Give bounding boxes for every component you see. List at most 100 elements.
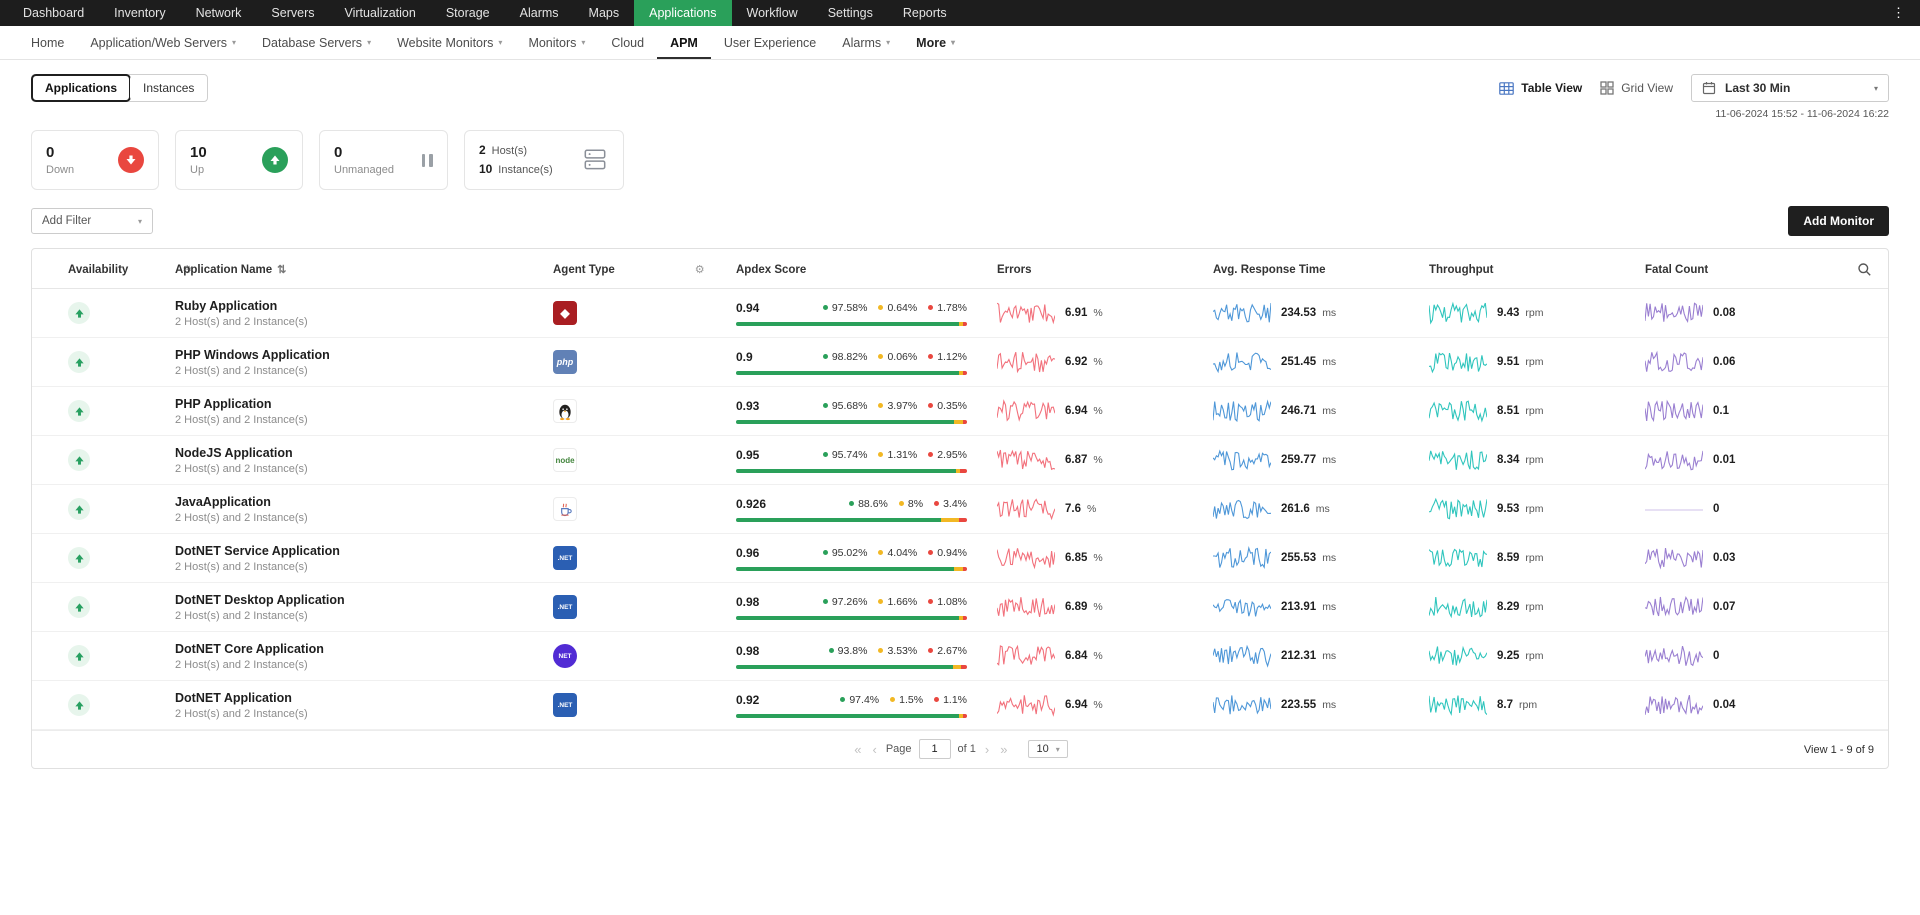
- add-filter-label: Add Filter: [42, 215, 91, 227]
- column-avg-response-time[interactable]: Avg. Response Time: [1213, 264, 1429, 276]
- add-filter-dropdown[interactable]: Add Filter ▾: [31, 208, 153, 234]
- topnav-item-applications[interactable]: Applications: [634, 0, 731, 26]
- application-name-link[interactable]: NodeJS Application: [175, 446, 553, 460]
- errors-value: 6.84: [1065, 650, 1087, 662]
- response-time-unit: ms: [1322, 552, 1336, 564]
- subnav-item-cloud[interactable]: Cloud: [598, 26, 657, 59]
- frustrated-percent: 1.1%: [943, 694, 967, 706]
- throughput-sparkline: [1429, 643, 1487, 669]
- page-size-select[interactable]: 10 ▾: [1028, 740, 1067, 758]
- application-name-link[interactable]: DotNET Application: [175, 691, 553, 705]
- errors-cell: 6.89 %: [997, 594, 1213, 620]
- grid-view-button[interactable]: Grid View: [1600, 81, 1673, 95]
- application-name-link[interactable]: PHP Windows Application: [175, 348, 553, 362]
- subnav-item-user-experience[interactable]: User Experience: [711, 26, 829, 59]
- table-row[interactable]: PHP Windows Application 2 Host(s) and 2 …: [32, 338, 1888, 387]
- throughput-cell: 9.53 rpm: [1429, 496, 1645, 522]
- chevron-down-icon: ▾: [951, 38, 955, 47]
- previous-page-button[interactable]: ‹: [870, 742, 878, 757]
- column-errors-label: Errors: [997, 264, 1032, 276]
- response-time-unit: ms: [1322, 454, 1336, 466]
- subnav-item-home[interactable]: Home: [18, 26, 77, 59]
- throughput-cell: 9.43 rpm: [1429, 300, 1645, 326]
- subnav-item-database-servers[interactable]: Database Servers▾: [249, 26, 384, 59]
- fatal-count-cell: 0.1: [1645, 398, 1843, 424]
- table-row[interactable]: JavaApplication 2 Host(s) and 2 Instance…: [32, 485, 1888, 534]
- table-row[interactable]: PHP Application 2 Host(s) and 2 Instance…: [32, 387, 1888, 436]
- topnav-item-virtualization[interactable]: Virtualization: [330, 0, 431, 26]
- up-count-card[interactable]: 10 Up: [175, 130, 303, 190]
- toggle-instances[interactable]: Instances: [130, 75, 207, 101]
- kebab-menu-icon[interactable]: ⋮: [1878, 0, 1920, 26]
- column-settings-icon[interactable]: ⚙: [695, 263, 705, 276]
- application-name-link[interactable]: DotNET Service Application: [175, 544, 553, 558]
- topnav-item-settings[interactable]: Settings: [813, 0, 888, 26]
- table-row[interactable]: DotNET Core Application 2 Host(s) and 2 …: [32, 632, 1888, 681]
- hosts-instances-card[interactable]: 2Host(s) 10Instance(s): [464, 130, 624, 190]
- first-page-button[interactable]: «: [852, 742, 863, 757]
- subnav-item-label: Home: [31, 36, 64, 50]
- availability-up-icon: [68, 645, 90, 667]
- application-name-cell: NodeJS Application 2 Host(s) and 2 Insta…: [175, 446, 553, 475]
- column-errors[interactable]: Errors: [997, 264, 1213, 276]
- fatal-count-value: 0: [1713, 503, 1719, 515]
- summary-cards: 0 Down 10 Up 0 Unmanaged 2H: [31, 130, 1889, 190]
- fatal-count-cell: 0.01: [1645, 447, 1843, 473]
- topnav-item-network[interactable]: Network: [181, 0, 257, 26]
- subnav-item-application-web-servers[interactable]: Application/Web Servers▾: [77, 26, 249, 59]
- errors-cell: 6.94 %: [997, 398, 1213, 424]
- fatal-count-sparkline: [1645, 643, 1703, 669]
- column-application-name[interactable]: Application Name ⇅: [175, 263, 553, 276]
- column-agent-type[interactable]: Agent Type ⚙: [553, 263, 736, 276]
- avg-response-time-cell: 251.45 ms: [1213, 349, 1429, 375]
- table-view-button[interactable]: Table View: [1499, 81, 1582, 95]
- table-row[interactable]: NodeJS Application 2 Host(s) and 2 Insta…: [32, 436, 1888, 485]
- time-range-select[interactable]: Last 30 Min ▾: [1691, 74, 1889, 102]
- column-apdex-score[interactable]: Apdex Score: [736, 264, 997, 276]
- topnav-item-storage[interactable]: Storage: [431, 0, 505, 26]
- subnav-item-apm[interactable]: APM: [657, 26, 711, 59]
- availability-cell: [32, 547, 175, 569]
- subnav-item-monitors[interactable]: Monitors▾: [515, 26, 598, 59]
- sort-icon[interactable]: ⇅: [277, 263, 286, 276]
- table-row[interactable]: Ruby Application 2 Host(s) and 2 Instanc…: [32, 289, 1888, 338]
- subnav-item-more[interactable]: More▾: [903, 26, 968, 59]
- toggle-applications[interactable]: Applications: [32, 75, 130, 101]
- table-row[interactable]: DotNET Service Application 2 Host(s) and…: [32, 534, 1888, 583]
- application-name-link[interactable]: JavaApplication: [175, 495, 553, 509]
- subnav-item-website-monitors[interactable]: Website Monitors▾: [384, 26, 515, 59]
- table-search-button[interactable]: [1843, 262, 1888, 277]
- add-monitor-button[interactable]: Add Monitor: [1788, 206, 1889, 236]
- column-availability[interactable]: Availability ⚙: [32, 263, 175, 276]
- last-page-button[interactable]: »: [998, 742, 1009, 757]
- apdex-score-value: 0.94: [736, 301, 759, 315]
- application-name-link[interactable]: PHP Application: [175, 397, 553, 411]
- satisfied-percent: 95.02%: [832, 547, 868, 559]
- topnav-item-servers[interactable]: Servers: [256, 0, 329, 26]
- topnav-item-reports[interactable]: Reports: [888, 0, 962, 26]
- tolerating-percent: 3.53%: [887, 645, 917, 657]
- topnav-item-dashboard[interactable]: Dashboard: [8, 0, 99, 26]
- topnav-item-workflow[interactable]: Workflow: [732, 0, 813, 26]
- topnav-item-maps[interactable]: Maps: [574, 0, 635, 26]
- next-page-button[interactable]: ›: [983, 742, 991, 757]
- table-row[interactable]: DotNET Application 2 Host(s) and 2 Insta…: [32, 681, 1888, 730]
- topnav-item-alarms[interactable]: Alarms: [505, 0, 574, 26]
- unmanaged-count-card[interactable]: 0 Unmanaged: [319, 130, 448, 190]
- application-name-link[interactable]: Ruby Application: [175, 299, 553, 313]
- errors-sparkline: [997, 398, 1055, 424]
- page-number-input[interactable]: [919, 739, 951, 759]
- table-row[interactable]: DotNET Desktop Application 2 Host(s) and…: [32, 583, 1888, 632]
- availability-up-icon: [68, 596, 90, 618]
- subnav-item-label: APM: [670, 36, 698, 50]
- column-throughput[interactable]: Throughput: [1429, 264, 1645, 276]
- down-count-card[interactable]: 0 Down: [31, 130, 159, 190]
- agent-type-cell: ◆: [553, 301, 736, 325]
- frustrated-dot-icon: [928, 599, 933, 604]
- column-fatal-count[interactable]: Fatal Count: [1645, 264, 1843, 276]
- application-name-link[interactable]: DotNET Core Application: [175, 642, 553, 656]
- throughput-sparkline: [1429, 496, 1487, 522]
- subnav-item-alarms[interactable]: Alarms▾: [829, 26, 903, 59]
- application-name-link[interactable]: DotNET Desktop Application: [175, 593, 553, 607]
- topnav-item-inventory[interactable]: Inventory: [99, 0, 180, 26]
